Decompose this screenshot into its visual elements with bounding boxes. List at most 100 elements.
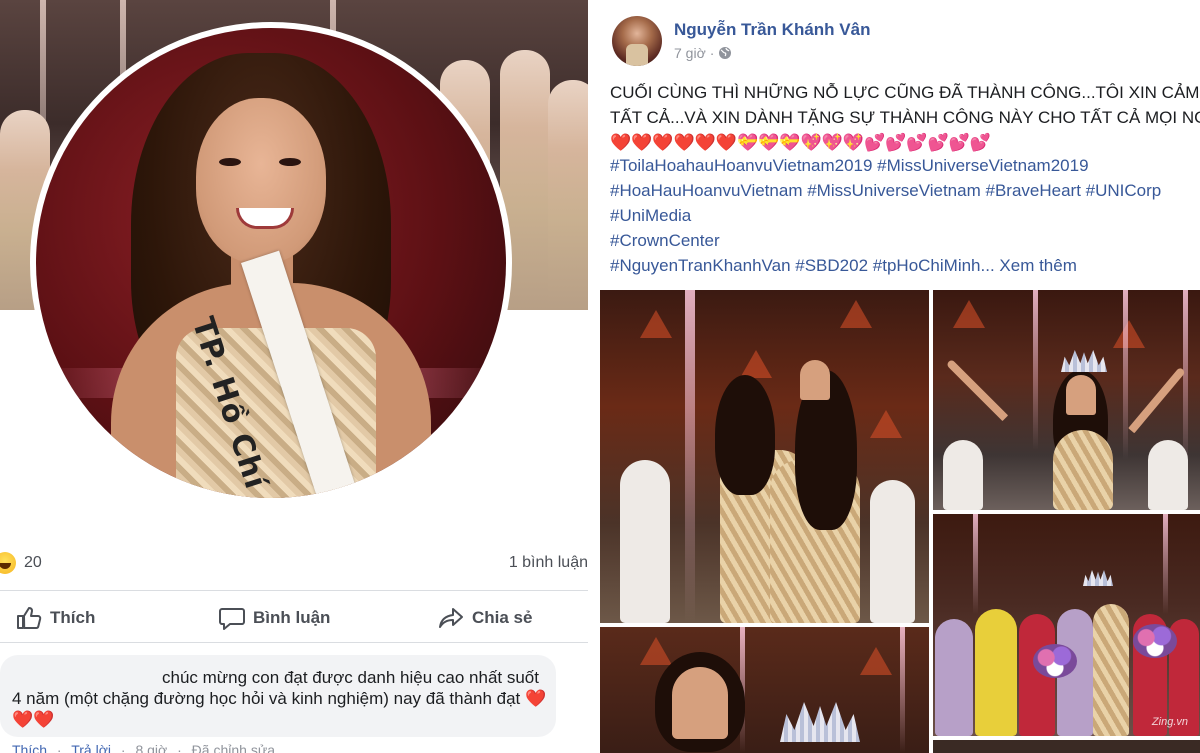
- contestant-figure: [1053, 430, 1113, 510]
- contestant-figure: [943, 440, 983, 510]
- stage-light: [900, 627, 905, 753]
- crown: [780, 702, 860, 742]
- profile-picture-frame[interactable]: TP. Hồ Chí Minh: [30, 22, 512, 504]
- eye: [219, 158, 241, 166]
- comment-text-part2: 4 năm (một chặng đường học hỏi và kinh n…: [12, 689, 521, 708]
- hashtag[interactable]: #SBD202: [795, 256, 868, 275]
- post-photo-more[interactable]: [933, 740, 1200, 753]
- reaction-count[interactable]: 20: [24, 554, 42, 572]
- stage-star: [840, 300, 872, 328]
- share-label: Chia sẻ: [472, 608, 533, 627]
- face: [196, 98, 326, 263]
- crown: [1083, 570, 1113, 586]
- hashtag[interactable]: #MissUniverseVietnam: [807, 181, 981, 200]
- stage-star: [860, 647, 892, 675]
- author-name[interactable]: Nguyễn Trần Khánh Vân: [674, 20, 870, 40]
- post-text: CUỐI CÙNG THÌ NHỮNG NỖ LỰC CŨNG ĐÃ THÀNH…: [610, 80, 1200, 155]
- hashtag[interactable]: #MissUniverseVietnam2019: [877, 156, 1088, 175]
- post-time[interactable]: 7 giờ: [674, 45, 706, 61]
- comment-meta: Thích · Trả lời · 8 giờ · Đã chỉnh sửa: [12, 742, 281, 753]
- stage-light: [973, 514, 978, 614]
- divider: [0, 590, 588, 591]
- comment-text: chúc mừng con đạt được danh hiệu cao nhấ…: [12, 667, 547, 730]
- stage-light: [1033, 290, 1038, 450]
- hashtag[interactable]: #NguyenTranKhanhVan: [610, 256, 791, 275]
- see-more-link[interactable]: Xem thêm: [999, 256, 1076, 275]
- left-post-panel: TP. Hồ Chí Minh 20 1 bình luận Thích Bìn…: [0, 0, 598, 753]
- crown: [1061, 350, 1107, 372]
- like-button[interactable]: Thích: [16, 604, 95, 632]
- hashtag-line: #CrownCenter: [610, 228, 1200, 253]
- comment-icon: [219, 608, 245, 630]
- hashtag[interactable]: #ToilaHoahauHoanvuVietnam2019: [610, 156, 872, 175]
- hashtag[interactable]: #UniMedia: [610, 206, 691, 225]
- stage-star: [953, 300, 985, 328]
- comment-bubble[interactable]: chúc mừng con đạt được danh hiệu cao nhấ…: [0, 655, 556, 737]
- post-photo-group[interactable]: Zing.vn: [933, 514, 1200, 736]
- hashtag[interactable]: #BraveHeart: [985, 181, 1080, 200]
- eye: [279, 158, 301, 166]
- hashtag[interactable]: #HoaHauHoanvuVietnam: [610, 181, 802, 200]
- hashtag-block: #ToilaHoahauHoanvuVietnam2019 #MissUnive…: [610, 153, 1200, 278]
- post-photo-crowning[interactable]: [600, 627, 929, 753]
- thumbs-up-icon: [17, 607, 42, 629]
- contestant-figure: [870, 480, 915, 623]
- comment-label: Bình luận: [253, 608, 331, 627]
- post-photo-embrace[interactable]: [600, 290, 929, 623]
- face: [800, 360, 830, 400]
- comment-edited: Đã chỉnh sửa: [191, 742, 275, 753]
- flower-bouquet: [1133, 624, 1177, 658]
- comment-like-link[interactable]: Thích: [12, 742, 47, 753]
- like-label: Thích: [50, 608, 96, 627]
- comment-button[interactable]: Bình luận: [219, 604, 330, 632]
- hashtag[interactable]: #CrownCenter: [610, 231, 720, 250]
- separator: ·: [177, 742, 182, 753]
- stage-light: [1163, 514, 1168, 614]
- face: [672, 667, 728, 739]
- face: [1066, 375, 1096, 415]
- separator: ·: [120, 742, 126, 753]
- stage-star: [870, 410, 902, 438]
- haha-reaction-icon: [0, 552, 16, 574]
- heart-emoji: ❤️❤️: [12, 710, 55, 729]
- post-time-row: 7 giờ ·: [674, 45, 732, 61]
- stage-light: [1123, 290, 1128, 460]
- separator: ·: [56, 742, 62, 753]
- profile-picture[interactable]: TP. Hồ Chí Minh: [36, 28, 506, 498]
- contestant-figure: [935, 619, 973, 736]
- heart-emoji: ❤️: [525, 689, 547, 708]
- hashtag-line: #UniMedia: [610, 203, 1200, 228]
- share-button[interactable]: Chia sẻ: [438, 604, 532, 632]
- stage-light: [690, 290, 695, 623]
- stage-star: [640, 310, 672, 338]
- heart-emojis: ❤️❤️❤️❤️❤️❤️💝💝💝💖💖💖💕💕💕💕💕💕: [610, 133, 992, 152]
- separator: ·: [709, 45, 715, 61]
- contestant-figure: [1148, 440, 1188, 510]
- hashtag-line: #NguyenTranKhanhVan #SBD202 #tpHoChiMinh…: [610, 253, 1200, 278]
- comment-reply-link[interactable]: Trả lời: [71, 742, 111, 753]
- zing-watermark: Zing.vn: [1151, 716, 1188, 728]
- post-photo-winner[interactable]: [933, 290, 1200, 510]
- right-post-panel: Nguyễn Trần Khánh Vân 7 giờ · CUỐI CÙNG …: [598, 0, 1200, 753]
- arm: [945, 358, 1009, 422]
- arm: [1128, 366, 1186, 434]
- flower-bouquet: [1033, 644, 1077, 678]
- comment-time[interactable]: 8 giờ: [135, 742, 167, 753]
- hashtag[interactable]: #tpHoChiMinh...: [873, 256, 995, 275]
- contestant-figure: [548, 80, 588, 310]
- stage-light: [1183, 290, 1188, 470]
- author-avatar[interactable]: [612, 16, 662, 66]
- divider: [0, 642, 588, 643]
- stage-star: [740, 350, 772, 378]
- contestant-figure: [975, 609, 1017, 736]
- hashtag-line: #HoaHauHoanvuVietnam #MissUniverseVietna…: [610, 178, 1200, 203]
- stage-star: [1113, 320, 1145, 348]
- post-line: TẤT CẢ...VÀ XIN DÀNH TẶNG SỰ THÀNH CÔNG …: [610, 108, 1200, 127]
- post-line: CUỐI CÙNG THÌ NHỮNG NỖ LỰC CŨNG ĐÃ THÀNH…: [610, 83, 1200, 102]
- stage-star: [640, 637, 672, 665]
- hashtag-line: #ToilaHoahauHoanvuVietnam2019 #MissUnive…: [610, 153, 1200, 178]
- globe-icon[interactable]: [718, 46, 732, 60]
- comment-count[interactable]: 1 bình luận: [509, 554, 588, 572]
- reactions-summary[interactable]: 20 1 bình luận: [0, 552, 598, 578]
- hashtag[interactable]: #UNICorp: [1086, 181, 1162, 200]
